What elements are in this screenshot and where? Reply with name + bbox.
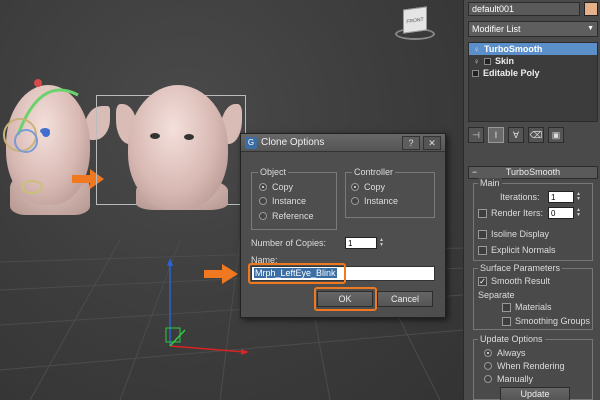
main-group-label: Main [478,178,502,188]
expand-icon[interactable] [472,69,479,77]
cancel-button[interactable]: Cancel [377,291,433,307]
stack-toolbar: ⊣ Ⅰ ∀ ⌫ ▣ [468,126,598,144]
name-highlight [248,263,346,284]
smoothing-groups-checkbox[interactable]: Smoothing Groups [502,316,590,326]
stack-item-skin[interactable]: ♀ Skin [469,55,597,67]
close-button[interactable]: ✕ [423,135,441,150]
modifier-list-dropdown[interactable]: Modifier List ▼ [468,21,598,37]
spinner-arrows-icon[interactable]: ▲ ▼ [575,191,582,203]
spinner-arrows-icon[interactable]: ▲ ▼ [378,237,385,249]
explicit-normals-checkbox[interactable]: Explicit Normals [478,245,556,255]
controller-group: Controller [345,167,435,218]
remove-modifier-icon[interactable]: ⌫ [528,127,544,143]
materials-checkbox[interactable]: Materials [502,302,552,312]
isoline-display-checkbox[interactable]: Isoline Display [478,229,549,239]
object-reference-radio[interactable]: Reference [259,211,314,221]
update-manually-radio[interactable]: Manually [484,374,533,384]
modifier-stack: ♀ TurboSmooth ♀ Skin Editable Poly [468,42,598,122]
render-iters-value[interactable]: 0 [548,207,574,219]
dialog-title: Clone Options [261,137,325,148]
object-name-field[interactable]: default001 [468,2,580,16]
stack-item-editable-poly[interactable]: Editable Poly [469,67,597,79]
modifier-list-label: Modifier List [472,24,521,34]
head-clone-eye-left [150,133,160,139]
checkbox-icon [502,316,511,326]
update-button[interactable]: Update [500,387,570,400]
update-when-rendering-radio[interactable]: When Rendering [484,361,565,371]
ok-highlight [314,287,377,311]
radio-on-icon [351,183,359,191]
make-unique-icon[interactable]: ∀ [508,127,524,143]
controller-copy-radio[interactable]: Copy [351,182,385,192]
spinner-arrows-icon[interactable]: ▲ ▼ [575,207,582,219]
checkbox-icon [478,208,487,218]
render-iters-spinner[interactable]: 0 ▲ ▼ [548,207,582,219]
copies-label: Number of Copies: [251,238,327,248]
clone-options-dialog: G Clone Options ? ✕ Object Copy Instance… [240,133,446,318]
checkbox-icon [478,229,487,239]
head-clone-eye-right [184,134,194,140]
radio-off-icon [259,212,267,220]
object-group-label: Object [258,167,289,177]
object-instance-radio[interactable]: Instance [259,196,306,206]
head-clone[interactable] [128,85,228,210]
surface-parameters-label: Surface Parameters [478,263,563,273]
radio-off-icon [484,362,492,370]
help-button[interactable]: ? [402,135,420,150]
checkbox-icon [502,302,511,312]
checkbox-icon [478,245,487,255]
radio-on-icon [484,349,492,357]
viewcube[interactable]: FRONT [395,4,435,42]
app-logo-icon: G [245,136,257,149]
configure-modifier-sets-icon[interactable]: ▣ [548,127,564,143]
stack-item-turbosmooth[interactable]: ♀ TurboSmooth [469,43,597,55]
radio-off-icon [484,375,492,383]
expand-icon[interactable] [484,57,491,65]
chevron-down-icon: ▼ [587,25,594,32]
iterations-spinner[interactable]: 1 ▲ ▼ [548,191,582,203]
lightbulb-icon[interactable]: ♀ [472,45,481,54]
checkmark-icon: ✓ [478,276,487,286]
show-end-result-icon[interactable]: Ⅰ [488,127,504,143]
object-copy-radio[interactable]: Copy [259,182,293,192]
copies-value[interactable]: 1 [345,237,377,249]
radio-off-icon [259,197,267,205]
render-iters-checkbox[interactable]: Render Iters: [478,208,543,218]
viewcube-face[interactable]: FRONT [403,6,427,34]
update-always-radio[interactable]: Always [484,348,526,358]
lightbulb-icon[interactable]: ♀ [472,57,481,66]
copies-spinner[interactable]: 1 ▲ ▼ [345,237,385,249]
separate-label: Separate [478,290,515,300]
controller-group-label: Controller [352,167,396,177]
object-color-swatch[interactable] [584,2,598,16]
controller-instance-radio[interactable]: Instance [351,196,398,206]
iterations-label: Iterations: [500,192,540,202]
pin-stack-icon[interactable]: ⊣ [468,127,484,143]
smooth-result-checkbox[interactable]: ✓ Smooth Result [478,276,550,286]
orange-arrow-icon [204,270,222,278]
iterations-value[interactable]: 1 [548,191,574,203]
collapse-icon: − [472,167,478,177]
dialog-titlebar[interactable]: G Clone Options ? ✕ [241,134,445,152]
radio-off-icon [351,197,359,205]
update-options-label: Update Options [478,334,545,344]
radio-on-icon [259,183,267,191]
command-panel: default001 Modifier List ▼ ♀ TurboSmooth… [463,0,600,400]
orange-arrow-icon [72,175,90,183]
